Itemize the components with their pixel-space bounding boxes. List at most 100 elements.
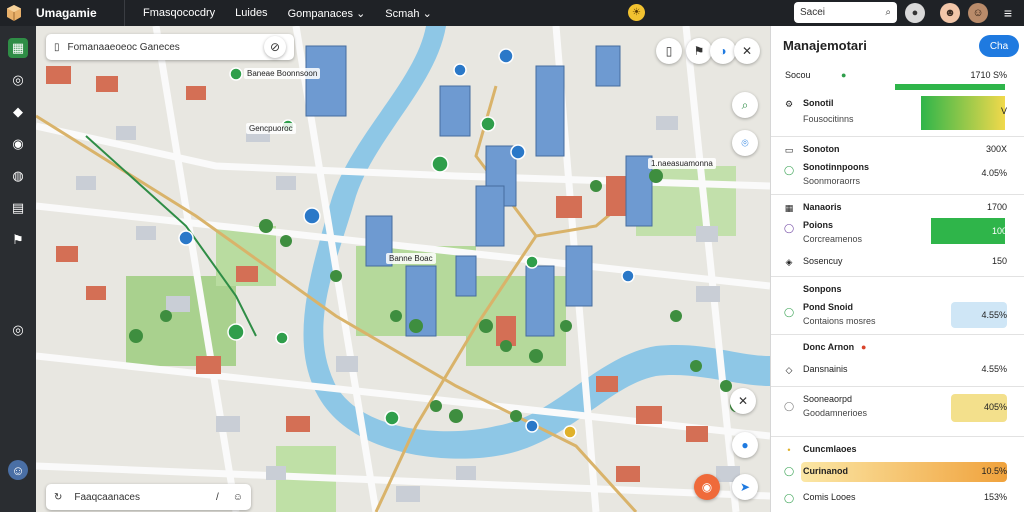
list-item[interactable]: ◯ Comis Looes 153% bbox=[771, 492, 1024, 506]
refresh-icon[interactable]: ↻ bbox=[54, 492, 62, 503]
chart-bars bbox=[921, 96, 1005, 130]
row-name: Sonotil bbox=[803, 98, 834, 108]
shield-icon: ◇ bbox=[785, 364, 793, 375]
list-item[interactable]: ◯ Sooneaorpd Goodamnerioes 405% bbox=[771, 394, 1024, 426]
zoom-search-icon[interactable]: ⌕ bbox=[732, 92, 758, 118]
divider bbox=[771, 136, 1024, 137]
route-icon[interactable]: ◑ bbox=[710, 38, 736, 64]
world-icon[interactable]: ◍ bbox=[8, 166, 28, 186]
left-rail: ▦ ◎ ◆ ◉ ◍ ▤ ⚑ ◎ ☺ bbox=[0, 26, 36, 512]
list-item[interactable]: ◯ Sonotinnpoons Soonmoraorrs 4.05% bbox=[771, 160, 1024, 192]
row-name: Comis Looes bbox=[803, 492, 856, 502]
row-name: Sonoton bbox=[803, 144, 840, 154]
map-label-2: Gencpuoroc bbox=[246, 123, 296, 134]
record-icon[interactable]: ◉ bbox=[694, 474, 720, 500]
bag-icon[interactable]: ◆ bbox=[8, 102, 28, 122]
map-pin-icon[interactable]: ⌾ bbox=[732, 130, 758, 156]
avatar-3[interactable]: ☺ bbox=[968, 3, 988, 23]
package-icon[interactable] bbox=[0, 0, 28, 26]
status-ring-icon: ◯ bbox=[783, 306, 795, 317]
row-value: 4.55% bbox=[981, 364, 1007, 374]
row-name: Sooneaorpd bbox=[803, 394, 853, 404]
divider bbox=[771, 436, 1024, 437]
bottom-search-bar[interactable]: ↻ Faaqcaanaces / ☺ bbox=[46, 484, 251, 510]
row-name: Sonpons bbox=[803, 284, 842, 294]
list-item[interactable]: ⚙ Sonotil Fousocitinns V bbox=[771, 96, 1024, 132]
list-item[interactable]: Donc Arnon ● bbox=[771, 342, 1024, 356]
main-nav: Fmasqococdry Luides Gompanaces ⌄ Scmah ⌄ bbox=[143, 7, 432, 20]
row-name: Socou bbox=[785, 70, 811, 80]
status-ring-icon: ◯ bbox=[783, 492, 795, 503]
row-name: Nanaoris bbox=[803, 202, 842, 212]
target-icon[interactable]: ◎ bbox=[8, 320, 28, 340]
row-value: 150 bbox=[991, 256, 1007, 266]
row-name: Dansnainis bbox=[803, 364, 848, 374]
list-item[interactable]: ◯ Poions Corcreamenos 100 bbox=[771, 218, 1024, 248]
locate-icon[interactable]: ⊘ bbox=[264, 36, 286, 58]
row-value: V bbox=[1000, 106, 1007, 116]
nav-item-2[interactable]: Luides bbox=[235, 7, 267, 19]
globe-icon[interactable]: ◎ bbox=[8, 70, 28, 90]
list-item[interactable]: ◈ Sosencuy 150 bbox=[771, 256, 1024, 270]
row-value: 1700 bbox=[986, 202, 1007, 212]
list-item[interactable]: ◯ Pond Snoid Contaions mosres 4.55% bbox=[771, 302, 1024, 332]
row-sub: Corcreamenos bbox=[803, 234, 863, 244]
nav-item-4[interactable]: Scmah ⌄ bbox=[385, 7, 432, 20]
divider bbox=[771, 276, 1024, 277]
map-label-4: Banne Boac bbox=[386, 253, 436, 264]
tools-icon[interactable]: ✕ bbox=[734, 38, 760, 64]
bottom-search-value: Faaqcaanaces bbox=[74, 491, 140, 503]
nav-item-4-label: Scmah bbox=[385, 7, 420, 20]
row-sub: Contaions mosres bbox=[803, 316, 876, 326]
nav-item-3[interactable]: Gompanaces ⌄ bbox=[288, 7, 366, 20]
map-canvas[interactable]: ▯ Fomanaaeoeoc Ganeces ⌖ ✎ ⊘ ▯ ⚑ ◑ ✕ ⌕ ⌾… bbox=[36, 26, 770, 512]
map-search-bar[interactable]: ▯ Fomanaaeoeoc Ganeces ⌖ ✎ bbox=[46, 34, 294, 60]
avatar-1[interactable]: ● bbox=[905, 3, 925, 23]
user-avatar-icon[interactable]: ☺ bbox=[8, 460, 28, 480]
divider bbox=[771, 194, 1024, 195]
pin-tool-icon[interactable]: ⚑ bbox=[686, 38, 712, 64]
progress-bar bbox=[895, 84, 1005, 90]
row-value: 4.55% bbox=[981, 310, 1007, 320]
row-value: 1710 S% bbox=[970, 70, 1007, 80]
search-icon: ⌕ bbox=[885, 7, 891, 18]
emoji-icon[interactable]: ☺ bbox=[233, 492, 243, 503]
list-item[interactable]: ◯ Curinanod 10.5% bbox=[771, 462, 1024, 482]
pencil-icon[interactable]: / bbox=[216, 492, 219, 503]
management-panel: Manajemotari Cha Socou ● 1710 S% ⚙ Sonot… bbox=[770, 26, 1024, 512]
list-item[interactable]: ▭ Sonoton 300X bbox=[771, 144, 1024, 158]
status-ring-icon: ◯ bbox=[783, 164, 795, 175]
list-item[interactable]: Sonpons bbox=[771, 284, 1024, 298]
search-placeholder: Sacei bbox=[800, 7, 826, 18]
chevron-down-icon: ⌄ bbox=[356, 7, 366, 20]
row-value: 300X bbox=[985, 144, 1007, 154]
document-icon[interactable]: ▤ bbox=[8, 198, 28, 218]
list-item[interactable]: ◇ Dansnainis 4.55% bbox=[771, 362, 1024, 382]
flag-icon[interactable]: ⚑ bbox=[8, 230, 28, 250]
nav-item-1[interactable]: Fmasqococdry bbox=[143, 7, 215, 19]
camera-icon[interactable]: ◉ bbox=[8, 134, 28, 154]
sun-icon[interactable]: ☀ bbox=[628, 4, 645, 21]
row-sub: Fousocitinns bbox=[803, 114, 854, 124]
navigate-icon[interactable]: ➤ bbox=[732, 474, 758, 500]
status-ring-icon: ◯ bbox=[783, 400, 795, 411]
bookmark-icon[interactable]: ▯ bbox=[54, 42, 60, 53]
menu-icon[interactable]: ≡ bbox=[998, 3, 1018, 23]
blue-pin-icon[interactable]: ● bbox=[732, 432, 758, 458]
row-value: 4.05% bbox=[981, 168, 1007, 178]
list-item[interactable]: • Cuncmlaoes bbox=[771, 444, 1024, 458]
layers-icon[interactable]: ▦ bbox=[8, 38, 28, 58]
list-item[interactable]: ▦ Nanaoris 1700 bbox=[771, 202, 1024, 216]
filter-icon[interactable]: ▯ bbox=[656, 38, 682, 64]
avatar-2[interactable]: ☻ bbox=[940, 3, 960, 23]
row-value: 405% bbox=[983, 402, 1007, 412]
map-graphics bbox=[36, 26, 770, 512]
divider bbox=[771, 334, 1024, 335]
search-input[interactable]: Sacei ⌕ bbox=[794, 2, 897, 23]
folder-icon: ▭ bbox=[784, 144, 794, 155]
row-name: Curinanod bbox=[803, 466, 848, 476]
panel-action-button[interactable]: Cha bbox=[979, 35, 1019, 57]
settings-icon: ⚙ bbox=[784, 98, 794, 109]
close-icon[interactable]: ✕ bbox=[730, 388, 756, 414]
status-ring-icon: ◯ bbox=[783, 222, 795, 233]
